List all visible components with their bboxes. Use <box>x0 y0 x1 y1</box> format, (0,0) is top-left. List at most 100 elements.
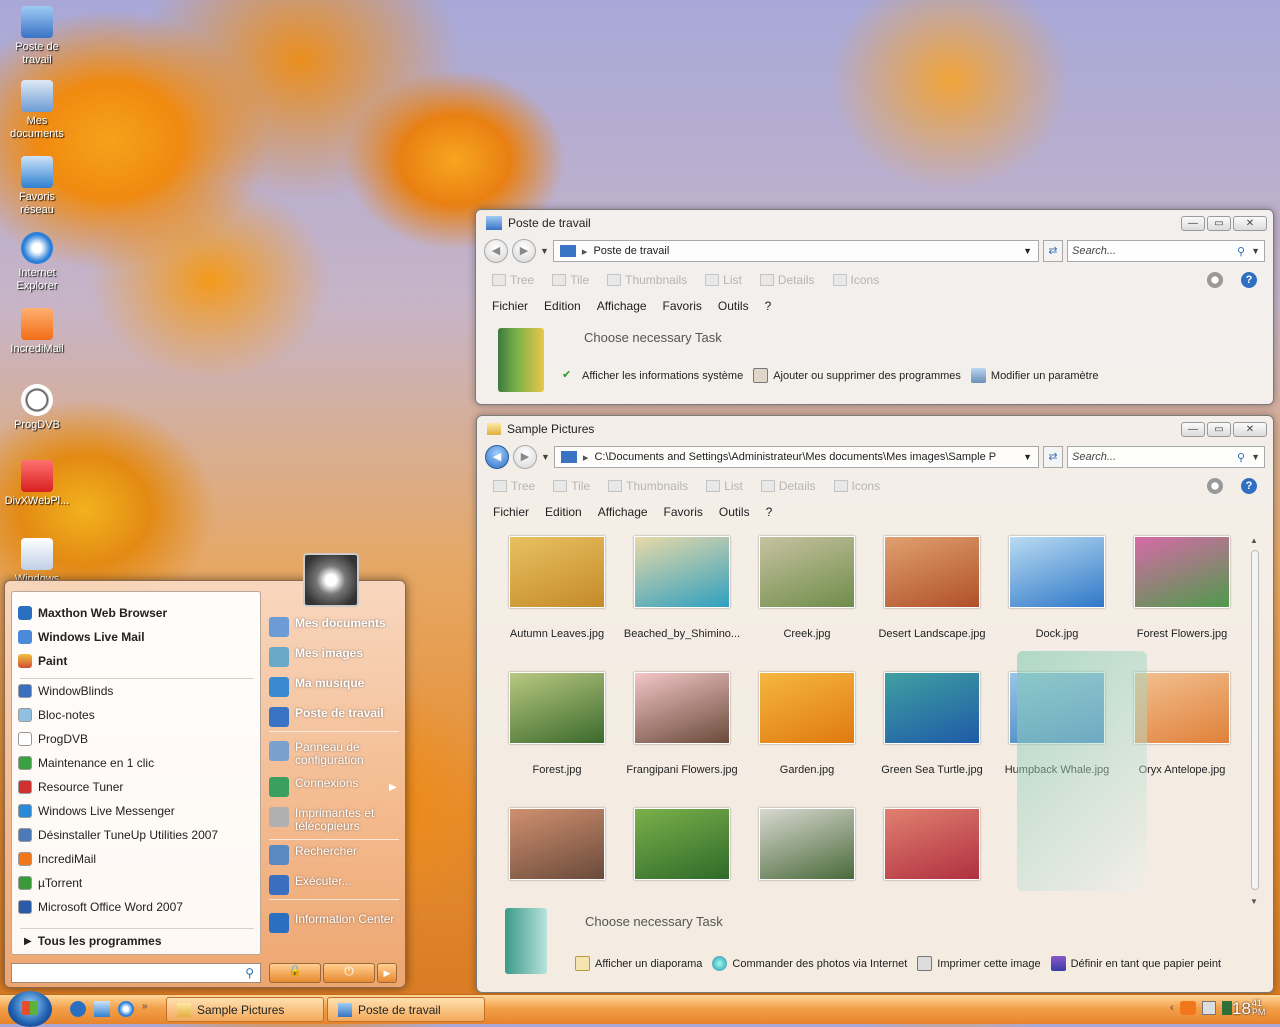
view-tree[interactable]: Tree <box>492 273 534 287</box>
desktop-icon-network[interactable]: Favoris réseau <box>4 156 70 217</box>
view-tile[interactable]: Tile <box>553 479 590 493</box>
menu-outils[interactable]: Outils <box>718 299 749 313</box>
program-windows-live-mail[interactable]: Windows Live Mail <box>18 630 145 644</box>
desktop-icon-my-documents[interactable]: Mes documents <box>4 80 70 141</box>
thumbnail-item[interactable]: Autumn Leaves.jpg <box>497 536 617 640</box>
thumbnail-item[interactable]: Forest Flowers.jpg <box>1122 536 1242 640</box>
view-list[interactable]: List <box>706 479 743 493</box>
menu-outils[interactable]: Outils <box>719 505 750 519</box>
view-details[interactable]: Details <box>760 479 816 493</box>
start-place-item[interactable]: Mes images <box>269 647 399 667</box>
desktop-icon-internet-explorer[interactable]: Internet Explorer <box>4 232 70 293</box>
task-change-setting[interactable]: Modifier un paramètre <box>970 368 1099 383</box>
start-place-item[interactable]: Imprimantes et télécopieurs <box>269 807 399 833</box>
search-icon[interactable]: ⚲ <box>1237 451 1245 464</box>
taskbar-button-sample-pictures[interactable]: Sample Pictures <box>166 997 324 1022</box>
address-bar[interactable]: ▸ C:\Documents and Settings\Administrate… <box>553 446 1039 468</box>
forward-button[interactable]: ▶ <box>512 239 536 263</box>
back-button[interactable]: ◀ <box>485 445 509 469</box>
recent-program-item[interactable]: Resource Tuner <box>18 780 123 794</box>
chevron-right-double-icon[interactable]: » <box>142 1001 148 1017</box>
user-picture-avatar[interactable] <box>303 553 359 607</box>
incredimail-tray-icon[interactable] <box>1179 1001 1196 1015</box>
start-place-item[interactable]: Exécuter... <box>269 875 399 895</box>
minimize-button[interactable]: — <box>1181 421 1205 437</box>
thumbnail-item[interactable]: Creek.jpg <box>747 536 867 640</box>
settings-gear-icon[interactable] <box>1207 478 1223 494</box>
recent-program-item[interactable]: WindowBlinds <box>18 684 113 698</box>
recent-program-item[interactable]: ProgDVB <box>18 732 88 746</box>
shutdown-options-button[interactable]: ▶ <box>377 963 397 983</box>
settings-gear-icon[interactable] <box>1207 272 1223 288</box>
clock[interactable]: 18 41 PM <box>1232 999 1265 1019</box>
maximize-button[interactable]: ▭ <box>1207 421 1231 437</box>
menu-fichier[interactable]: Fichier <box>493 505 529 519</box>
history-dropdown-icon[interactable]: ▼ <box>541 452 550 462</box>
vertical-scrollbar[interactable]: ▲ ▼ <box>1247 536 1261 906</box>
view-details[interactable]: Details <box>759 273 815 287</box>
thumbnail-item[interactable]: Desert Landscape.jpg <box>872 536 992 640</box>
view-tree[interactable]: Tree <box>493 479 535 493</box>
maximize-button[interactable]: ▭ <box>1207 215 1231 231</box>
task-set-wallpaper[interactable]: Définir en tant que papier peint <box>1050 956 1221 971</box>
show-desktop-icon[interactable] <box>94 1001 110 1017</box>
start-place-item[interactable]: Connexions <box>269 777 399 797</box>
start-place-item[interactable]: Poste de travail <box>269 707 399 727</box>
power-button[interactable]: ⏻ <box>323 963 375 983</box>
thumbnail-item[interactable] <box>497 808 617 900</box>
lock-button[interactable]: 🔒 <box>269 963 321 983</box>
thumbnail-item[interactable]: Dock.jpg <box>997 536 1117 640</box>
scrollbar-thumb[interactable] <box>1251 550 1259 890</box>
recent-program-item[interactable]: µTorrent <box>18 876 82 890</box>
desktop-icon-progdvb[interactable]: ProgDVB <box>4 384 70 432</box>
task-add-remove-programs[interactable]: Ajouter ou supprimer des programmes <box>753 368 961 383</box>
all-programs-button[interactable]: ▶ Tous les programmes <box>24 934 162 948</box>
desktop-icon-incredimail[interactable]: IncrediMail <box>4 308 70 356</box>
titlebar[interactable]: Sample Pictures — ▭ ✕ <box>477 416 1273 442</box>
task-print-image[interactable]: Imprimer cette image <box>917 956 1041 971</box>
thumbnail-item[interactable]: Frangipani Flowers.jpg <box>622 672 742 776</box>
search-input[interactable]: Search... ⚲ ▼ <box>1067 446 1265 468</box>
start-place-item[interactable]: Information Center <box>269 913 399 933</box>
recent-program-item[interactable]: Désinstaller TuneUp Utilities 2007 <box>18 828 218 842</box>
menu-favoris[interactable]: Favoris <box>663 299 702 313</box>
menu-help[interactable]: ? <box>766 505 773 519</box>
scroll-down-icon[interactable]: ▼ <box>1247 897 1261 906</box>
scroll-up-icon[interactable]: ▲ <box>1247 536 1261 545</box>
program-paint[interactable]: Paint <box>18 654 67 668</box>
view-thumbnails[interactable]: Thumbnails <box>608 479 688 493</box>
chevron-down-icon[interactable]: ▼ <box>1023 246 1032 256</box>
view-thumbnails[interactable]: Thumbnails <box>607 273 687 287</box>
view-tile[interactable]: Tile <box>552 273 589 287</box>
close-button[interactable]: ✕ <box>1233 421 1267 437</box>
recent-program-item[interactable]: Maintenance en 1 clic <box>18 756 154 770</box>
program-maxthon[interactable]: Maxthon Web Browser <box>18 606 167 620</box>
search-input[interactable]: Search... ⚲ ▼ <box>1067 240 1265 262</box>
search-icon[interactable]: ⚲ <box>1237 245 1245 258</box>
start-button[interactable] <box>8 991 52 1027</box>
close-button[interactable]: ✕ <box>1233 215 1267 231</box>
task-order-prints[interactable]: Commander des photos via Internet <box>712 956 907 971</box>
menu-affichage[interactable]: Affichage <box>597 299 647 313</box>
recent-program-item[interactable]: Microsoft Office Word 2007 <box>18 900 183 914</box>
thumbnail-item[interactable]: Garden.jpg <box>747 672 867 776</box>
start-place-item[interactable]: Panneau de configuration <box>269 741 399 767</box>
recent-program-item[interactable]: IncrediMail <box>18 852 96 866</box>
start-place-item[interactable]: Mes documents <box>269 617 399 637</box>
forward-button[interactable]: ▶ <box>513 445 537 469</box>
view-list[interactable]: List <box>705 273 742 287</box>
volume-tray-icon[interactable] <box>1221 1001 1232 1015</box>
windows-media-icon[interactable] <box>70 1001 86 1017</box>
chevron-down-icon[interactable]: ▼ <box>1251 452 1260 462</box>
internet-explorer-icon[interactable] <box>118 1001 134 1017</box>
menu-fichier[interactable]: Fichier <box>492 299 528 313</box>
view-icons[interactable]: Icons <box>832 273 879 287</box>
menu-help[interactable]: ? <box>765 299 772 313</box>
recent-program-item[interactable]: Windows Live Messenger <box>18 804 175 818</box>
history-dropdown-icon[interactable]: ▼ <box>540 246 549 256</box>
menu-affichage[interactable]: Affichage <box>598 505 648 519</box>
recent-program-item[interactable]: Bloc-notes <box>18 708 95 722</box>
menu-edition[interactable]: Edition <box>545 505 582 519</box>
refresh-button[interactable]: ⇄ <box>1043 446 1063 468</box>
desktop-icon-my-computer[interactable]: Poste de travail <box>4 6 70 67</box>
